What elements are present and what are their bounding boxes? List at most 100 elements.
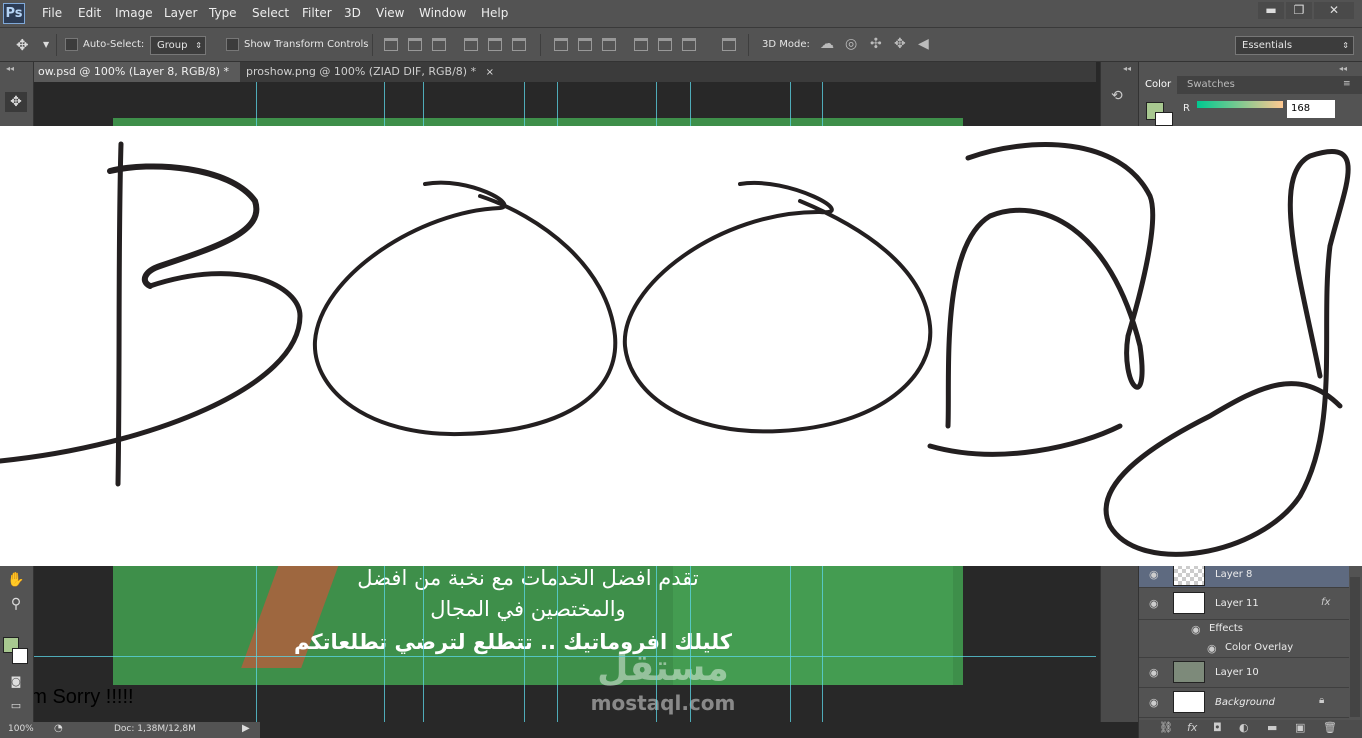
link-icon[interactable]: ⛓	[1159, 721, 1173, 734]
document-tab-strip: ow.psd @ 100% (Layer 8, RGB/8) * × prosh…	[34, 62, 1096, 98]
menu-edit[interactable]: Edit	[78, 6, 101, 20]
eye-icon[interactable]: ◉	[1149, 568, 1159, 581]
layer-name: Background	[1215, 697, 1275, 708]
transform-controls-checkbox[interactable]	[226, 38, 239, 51]
collapse-icon[interactable]: ◂◂	[6, 64, 14, 73]
auto-align-icon[interactable]	[722, 38, 736, 51]
menu-view[interactable]: View	[376, 6, 404, 20]
layer-row-layer-10[interactable]: ◉ Layer 10	[1139, 658, 1349, 688]
triangle-right-icon[interactable]: ▶	[242, 723, 250, 734]
3d-roll-icon[interactable]: ◎	[845, 36, 857, 52]
menu-select[interactable]: Select	[252, 6, 289, 20]
align-vcenter-icon[interactable]	[408, 38, 422, 51]
fx-icon[interactable]: fx	[1187, 721, 1197, 734]
eye-icon[interactable]: ◉	[1149, 597, 1159, 610]
transform-controls-label: Show Transform Controls	[244, 39, 369, 50]
auto-select-value: Group	[157, 40, 188, 51]
separator	[372, 34, 373, 56]
zoom-level[interactable]: 100%	[8, 724, 34, 734]
panel-menu-icon[interactable]: ≡	[1343, 79, 1351, 89]
background-color-swatch[interactable]	[1155, 112, 1173, 126]
eye-icon[interactable]: ◉	[1207, 642, 1217, 655]
close-button[interactable]: ✕	[1314, 2, 1354, 19]
quick-mask-icon[interactable]: ◙	[5, 672, 27, 692]
tab-label: proshow.png @ 100% (ZIAD DIF, RGB/8) *	[246, 65, 477, 78]
workspace-dropdown[interactable]: Essentials ⇕	[1235, 36, 1354, 55]
distribute-left-icon[interactable]	[634, 38, 648, 51]
new-layer-icon[interactable]: ▣	[1295, 721, 1305, 734]
auto-select-label: Auto-Select:	[83, 39, 145, 50]
distribute-hcenter-icon[interactable]	[658, 38, 672, 51]
align-top-icon[interactable]	[384, 38, 398, 51]
distribute-vcenter-icon[interactable]	[578, 38, 592, 51]
menu-window[interactable]: Window	[419, 6, 466, 20]
status-icon[interactable]: ◔	[54, 723, 63, 734]
3d-scale-icon[interactable]: ◀	[918, 36, 929, 52]
updown-icon: ⇕	[1342, 41, 1349, 50]
layer-name: Layer 11	[1215, 598, 1259, 609]
tab-swatches[interactable]: Swatches	[1181, 76, 1241, 94]
eye-icon[interactable]: ◉	[1149, 696, 1159, 709]
collapse-icon[interactable]: ◂◂	[1123, 64, 1131, 73]
distribute-bottom-icon[interactable]	[602, 38, 616, 51]
restore-button[interactable]: ❐	[1286, 2, 1312, 19]
align-bottom-icon[interactable]	[432, 38, 446, 51]
hand-tool-icon[interactable]: ✋	[5, 570, 27, 590]
layers-footer: ⛓ fx ◘ ◐ ▬ ▣ 🗑︎	[1139, 720, 1362, 738]
3d-rotate-icon[interactable]: ☁	[820, 36, 834, 52]
guide-horizontal	[34, 656, 1096, 657]
layers-scrollbar[interactable]	[1350, 577, 1360, 717]
trash-icon[interactable]: 🗑︎	[1323, 721, 1337, 734]
background-color-swatch[interactable]	[12, 648, 28, 664]
distribute-right-icon[interactable]	[682, 38, 696, 51]
menu-help[interactable]: Help	[481, 6, 508, 20]
mask-icon[interactable]: ◘	[1213, 721, 1222, 734]
watermark-arabic: مستقل	[597, 648, 729, 689]
layer-row-layer-11[interactable]: ◉ Layer 11 fx	[1139, 588, 1349, 620]
adjustment-icon[interactable]: ◐	[1239, 721, 1249, 734]
align-right-icon[interactable]	[512, 38, 526, 51]
channel-r-value[interactable]: 168	[1287, 100, 1335, 118]
folder-icon[interactable]: ▬	[1267, 721, 1277, 734]
channel-r-label: R	[1183, 103, 1190, 114]
menu-layer[interactable]: Layer	[164, 6, 197, 20]
3d-drag-icon[interactable]: ✣	[870, 36, 882, 52]
menu-image[interactable]: Image	[115, 6, 153, 20]
distribute-top-icon[interactable]	[554, 38, 568, 51]
auto-select-checkbox[interactable]	[65, 38, 78, 51]
letter-b-stem	[115, 141, 124, 487]
align-hcenter-icon[interactable]	[488, 38, 502, 51]
menu-3d[interactable]: 3D	[344, 6, 361, 20]
tab-color[interactable]: Color	[1139, 76, 1178, 94]
collapse-icon[interactable]: ◂◂	[1339, 64, 1347, 73]
history-icon[interactable]: ⟲	[1111, 88, 1123, 104]
auto-select-dropdown[interactable]: Group ⇕	[150, 36, 206, 55]
close-icon[interactable]: ×	[486, 67, 494, 78]
eye-icon[interactable]: ◉	[1191, 623, 1201, 636]
doc-size: Doc: 1,38M/12,8M	[114, 724, 196, 734]
menu-filter[interactable]: Filter	[302, 6, 332, 20]
menu-file[interactable]: File	[42, 6, 62, 20]
layer-row-background[interactable]: ◉ Background 🔒︎	[1139, 688, 1349, 718]
eye-icon[interactable]: ◉	[1149, 666, 1159, 679]
layer-row-color-overlay[interactable]: ◉ Color Overlay	[1139, 639, 1349, 658]
chevron-down-icon[interactable]: ▼	[43, 40, 49, 49]
photoshop-logo: Ps	[3, 3, 25, 24]
layer-row-effects[interactable]: ◉ Effects	[1139, 620, 1349, 639]
screen-mode-icon[interactable]: ▭	[5, 696, 27, 716]
color-panel-tabs: Color Swatches ≡	[1139, 76, 1362, 94]
channel-r-slider[interactable]	[1197, 101, 1283, 108]
zoom-tool-icon[interactable]: ⚲	[5, 594, 27, 614]
tab-document-proshow[interactable]: proshow.png @ 100% (ZIAD DIF, RGB/8) * ×	[240, 62, 498, 82]
align-left-icon[interactable]	[464, 38, 478, 51]
3d-slide-icon[interactable]: ✥	[894, 36, 906, 52]
letter-d	[927, 142, 1156, 457]
watermark-latin: mostaql.com	[590, 691, 736, 715]
menu-type[interactable]: Type	[209, 6, 237, 20]
move-tool-icon[interactable]: ✥	[16, 36, 29, 54]
move-tool-icon[interactable]: ✥	[5, 92, 27, 112]
minimize-button[interactable]: ▬	[1258, 2, 1284, 19]
3d-mode-label: 3D Mode:	[762, 39, 810, 50]
tab-document-active[interactable]: ow.psd @ 100% (Layer 8, RGB/8) * ×	[34, 62, 240, 98]
fx-icon[interactable]: fx	[1321, 597, 1330, 608]
